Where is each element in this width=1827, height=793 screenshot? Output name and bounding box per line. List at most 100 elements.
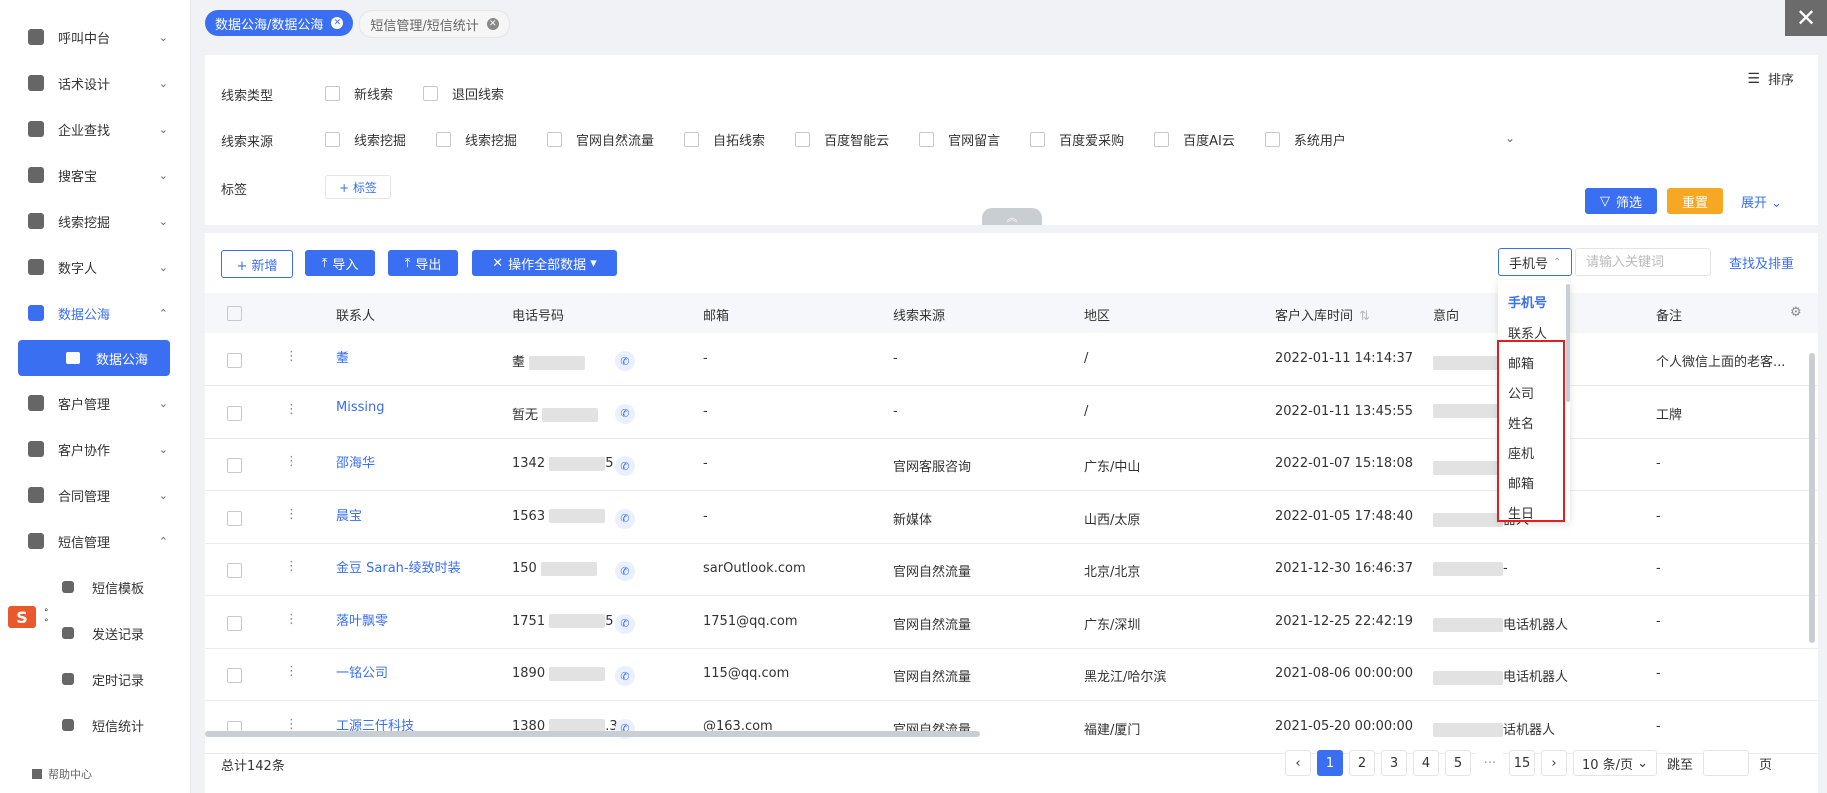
phone-icon[interactable]: ✆ <box>615 351 635 371</box>
phone-icon[interactable]: ✆ <box>615 561 635 581</box>
close-icon[interactable]: ✕ <box>486 18 499 30</box>
more-icon[interactable]: ⋮ <box>285 349 298 364</box>
sidebar-subitem-sms-template[interactable]: 短信模板 <box>62 574 172 600</box>
checkbox[interactable] <box>919 132 935 147</box>
page-size-select[interactable]: 10 条/页 ⌄ <box>1573 750 1657 776</box>
help-center-link[interactable]: 帮助中心 <box>32 766 92 782</box>
contact-link[interactable]: 邵海华 <box>336 452 375 471</box>
phone-icon[interactable]: ✆ <box>615 403 635 424</box>
table-row[interactable]: ⋮ 工源三仟科技 1380 .3 ✆ @163.com 官网自然流量 福建/厦门 2021-0… <box>205 701 1818 754</box>
more-icon[interactable]: ⋮ <box>285 664 298 679</box>
table-row[interactable]: ⋮晨宝1563 ✆-新媒体山西/太原2022-01-05 17:48:40器人- <box>205 491 1818 544</box>
tab-sms-stats[interactable]: 短信管理/短信统计 ✕ <box>359 10 510 38</box>
page-ellipsis[interactable]: ··· <box>1477 750 1503 776</box>
row-checkbox[interactable] <box>227 353 242 368</box>
checkbox[interactable] <box>325 86 340 101</box>
bulk-operate-button[interactable]: ✕ 操作全部数据 ▾ <box>472 250 617 276</box>
checkbox[interactable] <box>1264 132 1280 147</box>
table-row[interactable]: ⋮ 金豆 Sarah-绫致时装 150 ✆ sarOutlook.com 官网自然流量 北… <box>205 543 1818 596</box>
sogou-ime-logo[interactable]: S <box>8 606 36 628</box>
page-button[interactable]: 3 <box>1381 750 1407 776</box>
more-icon[interactable]: ⋮ <box>285 559 298 574</box>
add-button[interactable]: + 新增 <box>221 250 293 278</box>
sidebar-item-contract-mgmt[interactable]: 合同管理 ⌄ <box>28 482 168 508</box>
search-field-select[interactable]: 手机号 ⌃ <box>1498 248 1572 276</box>
more-icon[interactable]: ⋮ <box>285 454 298 469</box>
more-icon[interactable]: ⋮ <box>285 612 298 627</box>
export-button[interactable]: ⤒ 导出 <box>388 250 458 276</box>
contact-link[interactable]: Missing <box>336 400 384 415</box>
close-icon[interactable]: ✕ <box>331 17 344 29</box>
checkbox-source[interactable]: 线索挖掘 <box>325 130 406 149</box>
phone-icon[interactable]: ✆ <box>615 613 635 634</box>
row-checkbox[interactable] <box>227 510 242 526</box>
next-page-button[interactable]: › <box>1541 750 1567 776</box>
import-button[interactable]: ⤒ 导入 <box>305 250 375 276</box>
checkbox[interactable] <box>684 132 700 147</box>
sidebar-subitem-scheduled-records[interactable]: 定时记录 <box>62 666 172 692</box>
table-row[interactable]: ⋮耋耋 ✆--/2022-01-11 14:14:37器人个人微信上面的老客..… <box>205 333 1818 386</box>
dropdown-option[interactable]: 手机号 <box>1508 292 1547 311</box>
checkbox[interactable] <box>325 132 340 147</box>
checkbox-source[interactable]: 系统用户 <box>1264 130 1346 149</box>
search-dedupe-button[interactable]: 查找及排重 <box>1729 253 1794 272</box>
sidebar-item-call-center[interactable]: 呼叫中台 ⌄ <box>28 24 168 50</box>
contact-link[interactable]: 晨宝 <box>336 505 362 524</box>
checkbox-source[interactable]: 官网留言 <box>919 130 1000 149</box>
phone-icon[interactable]: ✆ <box>615 666 635 686</box>
contact-link[interactable]: 落叶飘零 <box>336 610 388 629</box>
page-button[interactable]: 1 <box>1317 750 1343 776</box>
reset-button[interactable]: 重置 <box>1667 188 1723 214</box>
collapse-handle[interactable]: ︽ <box>982 208 1042 225</box>
filter-button[interactable]: ▽ 筛选 <box>1585 188 1657 214</box>
checkbox[interactable] <box>423 86 439 101</box>
select-all-checkbox[interactable] <box>227 306 242 321</box>
sidebar-item-company-search[interactable]: 企业查找 ⌄ <box>28 116 168 142</box>
checkbox[interactable] <box>795 132 811 147</box>
table-row[interactable]: ⋮Missing暂无 ✆--/2022-01-11 13:45:55-工牌 <box>205 386 1818 439</box>
horizontal-scrollbar[interactable] <box>205 731 980 737</box>
more-icon[interactable]: ⋮ <box>285 402 298 417</box>
table-row[interactable]: ⋮ 一铭公司 1890 ✆ 115@qq.com 官网自然流量 黑龙江/哈尔滨 2021-0… <box>205 648 1818 701</box>
sidebar-item-digital-human[interactable]: 数字人 ⌄ <box>28 254 168 280</box>
checkbox-source[interactable]: 百度AI云 <box>1154 130 1235 149</box>
sidebar-item-customer-collab[interactable]: 客户协作 ⌄ <box>28 436 168 462</box>
checkbox[interactable] <box>1154 132 1170 147</box>
checkbox-source[interactable]: 百度爱采购 <box>1030 130 1124 149</box>
tab-data-pool[interactable]: 数据公海/数据公海 ✕ <box>205 10 354 36</box>
row-checkbox[interactable] <box>227 668 242 683</box>
checkbox-returned-lead[interactable]: 退回线索 <box>423 84 504 103</box>
checkbox-source[interactable]: 线索挖掘 <box>436 130 517 149</box>
vertical-scrollbar[interactable] <box>1809 353 1815 643</box>
row-checkbox[interactable] <box>227 615 242 631</box>
table-row[interactable]: ⋮ 落叶飘零 1751 5 ✆ 1751@qq.com 官网自然流量 广东/深圳 2021-1… <box>205 596 1818 649</box>
phone-icon[interactable]: ✆ <box>615 508 635 529</box>
expand-button[interactable]: 展开 ⌄ <box>1741 192 1782 211</box>
more-icon[interactable]: ⋮ <box>285 717 298 732</box>
jump-page-input[interactable] <box>1703 750 1750 776</box>
sidebar-item-lead-mining[interactable]: 线索挖掘 ⌄ <box>28 208 168 234</box>
settings-gear-icon[interactable]: ⚙ <box>1790 305 1802 320</box>
contact-link[interactable]: 金豆 Sarah-绫致时装 <box>336 557 461 576</box>
checkbox[interactable] <box>436 132 452 147</box>
checkbox[interactable] <box>547 132 563 147</box>
contact-link[interactable]: 耋 <box>336 347 349 366</box>
sidebar-item-script-design[interactable]: 话术设计 ⌄ <box>28 70 168 96</box>
header-intake-time[interactable]: 客户入库时间 ⇅ <box>1275 305 1370 324</box>
checkbox-source[interactable]: 官网自然流量 <box>547 130 654 149</box>
close-icon[interactable]: ✕ <box>1785 0 1827 36</box>
prev-page-button[interactable]: ‹ <box>1285 750 1311 776</box>
checkbox[interactable] <box>1030 132 1046 147</box>
row-checkbox[interactable] <box>227 563 242 578</box>
phone-icon[interactable]: ✆ <box>615 456 635 476</box>
sidebar-subitem-send-records[interactable]: 发送记录 <box>62 620 172 646</box>
sidebar-subitem-sms-stats[interactable]: 短信统计 <box>62 712 172 738</box>
more-icon[interactable]: ⋮ <box>285 507 298 522</box>
search-input[interactable] <box>1575 248 1711 276</box>
row-checkbox[interactable] <box>227 405 242 421</box>
checkbox-new-lead[interactable]: 新线索 <box>325 84 393 103</box>
page-button[interactable]: 5 <box>1445 750 1471 776</box>
sort-button[interactable]: ☰ 排序 <box>1747 69 1794 89</box>
ime-toolbar-icon[interactable]: ° ° <box>44 608 54 630</box>
add-tag-button[interactable]: + 标签 <box>325 175 391 199</box>
